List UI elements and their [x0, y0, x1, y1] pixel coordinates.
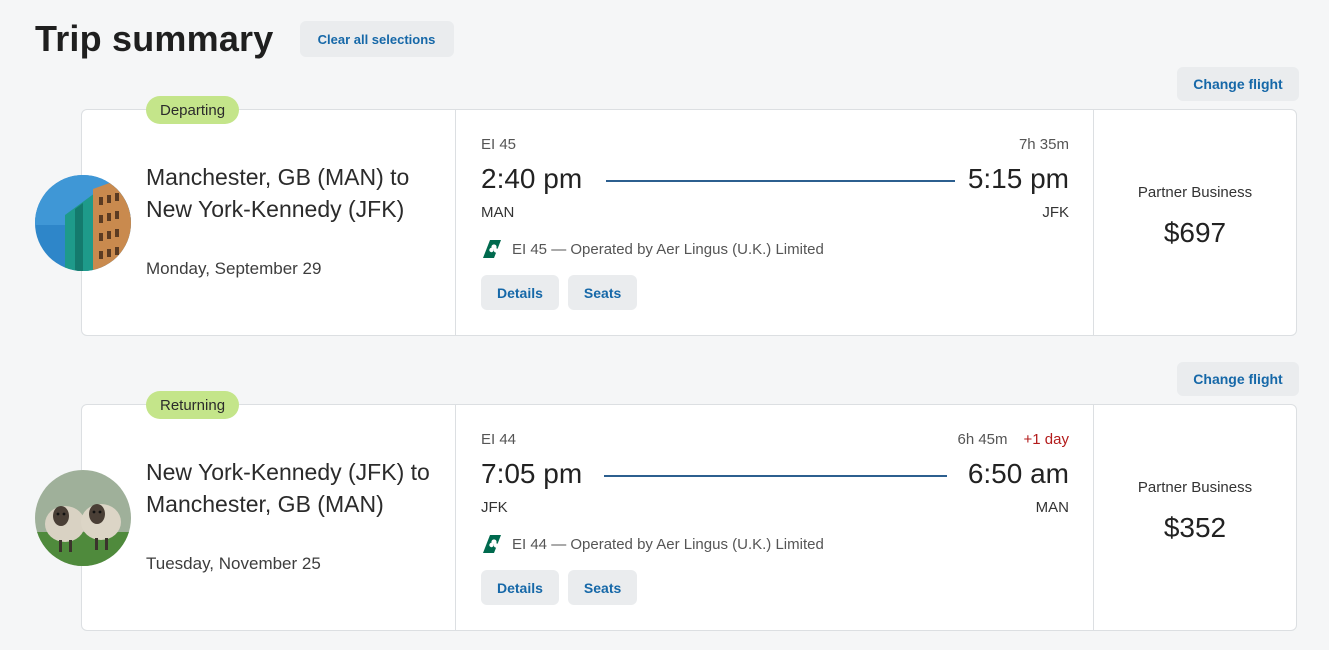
- operator-info: EI 45 — Operated by Aer Lingus (U.K.) Li…: [481, 238, 824, 260]
- departing-badge: Departing: [146, 96, 240, 124]
- departure-time: 7:05 pm: [481, 458, 583, 489]
- arrival-airport-code: JFK: [1042, 204, 1069, 221]
- arrival-time: 6:50 am: [967, 458, 1069, 489]
- day-offset-indicator: +1 day: [1023, 431, 1069, 448]
- route-title: New York-Kennedy (JFK) to Manchester, GB…: [146, 459, 430, 517]
- flight-number: EI 44: [481, 431, 517, 448]
- itinerary-panel: EI 45 7h 35m 2:40 pm 5:15 pm MAN JFK EI …: [455, 110, 1094, 335]
- change-flight-button[interactable]: Change flight: [1177, 67, 1299, 101]
- fare-price: $697: [1163, 217, 1227, 248]
- departure-airport-code: MAN: [481, 204, 515, 221]
- operated-by-text: EI 44 — Operated by Aer Lingus (U.K.) Li…: [512, 535, 824, 553]
- page-header: Trip summary Clear all selections: [35, 18, 454, 60]
- fare-panel: Partner Business $697: [1094, 110, 1296, 335]
- fare-class: Partner Business: [1137, 184, 1253, 201]
- destination-image: [35, 175, 131, 271]
- aer-lingus-tail-icon: [483, 240, 501, 258]
- flight-card-departing: Departing Manchester, GB (MAN) to New Yo…: [35, 96, 1297, 336]
- operator-info: EI 44 — Operated by Aer Lingus (U.K.) Li…: [481, 533, 824, 555]
- flight-actions: Details Seats: [481, 570, 638, 605]
- route-title: Manchester, GB (MAN) to New York-Kennedy…: [146, 164, 410, 222]
- flight-number: EI 45: [481, 136, 517, 153]
- flight-path-line: [606, 180, 955, 182]
- flight-duration: 6h 45m +1 day: [957, 431, 1069, 448]
- arrival-time: 5:15 pm: [967, 163, 1069, 194]
- itinerary-panel: EI 44 6h 45m +1 day 7:05 pm 6:50 am JFK …: [455, 405, 1094, 630]
- flight-path-line: [604, 475, 947, 477]
- page-title: Trip summary: [35, 18, 274, 59]
- aer-lingus-tail-icon: [483, 535, 501, 553]
- change-flight-button[interactable]: Change flight: [1177, 362, 1299, 396]
- flight-card-returning: Returning New York-Kennedy (JFK) to Manc…: [35, 391, 1297, 631]
- flight-date: Tuesday, November 25: [146, 554, 321, 573]
- destination-image: [35, 470, 131, 566]
- route-panel: Departing Manchester, GB (MAN) to New Yo…: [35, 96, 455, 335]
- flight-date: Monday, September 29: [146, 259, 322, 278]
- duration-text: 7h 35m: [1018, 136, 1069, 153]
- departure-airport-code: JFK: [481, 499, 508, 516]
- arrival-airport-code: MAN: [1035, 499, 1069, 516]
- details-button[interactable]: Details: [481, 275, 559, 310]
- fare-price: $352: [1163, 512, 1227, 543]
- duration-text: 6h 45m: [957, 431, 1008, 448]
- departure-time: 2:40 pm: [481, 163, 583, 194]
- clear-all-selections-button[interactable]: Clear all selections: [299, 21, 454, 57]
- fare-class: Partner Business: [1137, 479, 1253, 496]
- fare-panel: Partner Business $352: [1094, 405, 1296, 630]
- seats-button[interactable]: Seats: [567, 275, 638, 310]
- returning-badge: Returning: [146, 391, 240, 419]
- route-panel: Returning New York-Kennedy (JFK) to Manc…: [35, 391, 455, 630]
- flight-actions: Details Seats: [481, 275, 638, 310]
- seats-button[interactable]: Seats: [567, 570, 638, 605]
- operated-by-text: EI 45 — Operated by Aer Lingus (U.K.) Li…: [512, 240, 824, 258]
- flight-duration: 7h 35m: [1019, 136, 1069, 153]
- details-button[interactable]: Details: [481, 570, 559, 605]
